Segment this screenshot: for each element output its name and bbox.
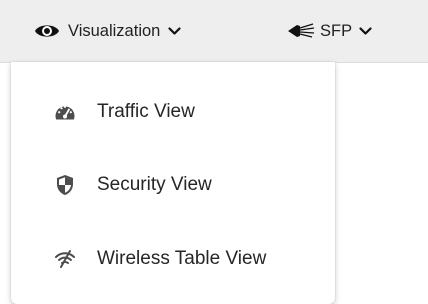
speedometer-icon xyxy=(54,102,76,122)
fiber-cable-icon xyxy=(287,22,315,40)
sfp-menu-button[interactable]: SFP xyxy=(287,0,372,62)
menu-item-label: Traffic View xyxy=(97,101,195,122)
wireless-signal-icon xyxy=(54,249,76,269)
sfp-label: SFP xyxy=(320,21,353,40)
menu-item-label: Wireless Table View xyxy=(97,248,267,269)
visualization-menu-button[interactable]: Visualization xyxy=(34,0,181,62)
menu-item-wireless-table-view[interactable]: Wireless Table View xyxy=(11,229,335,289)
chevron-down-icon xyxy=(168,26,181,36)
menu-item-traffic-view[interactable]: Traffic View xyxy=(11,82,335,142)
menu-item-label: Security View xyxy=(97,174,212,195)
visualization-label: Visualization xyxy=(68,21,161,40)
toolbar: Visualization SFP xyxy=(0,0,428,63)
shield-icon xyxy=(54,174,76,196)
eye-icon xyxy=(34,22,60,40)
visualization-dropdown-menu: Traffic View Security View Wireless Tabl… xyxy=(11,62,335,304)
chevron-down-icon xyxy=(359,26,372,36)
menu-item-security-view[interactable]: Security View xyxy=(11,155,335,215)
